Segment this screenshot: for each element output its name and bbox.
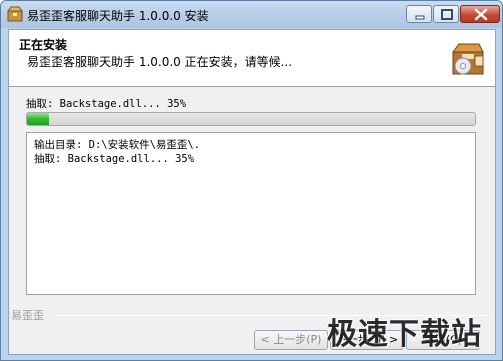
progress-bar — [26, 112, 476, 126]
log-line: 抽取: Backstage.dll... 35% — [34, 153, 195, 165]
installer-box-icon — [7, 6, 23, 22]
log-line: 输出目录: D:\安装软件\易歪歪\. — [34, 139, 201, 151]
close-button[interactable] — [460, 5, 500, 23]
brand-label: 易歪歪 — [11, 309, 44, 322]
minimize-icon — [415, 15, 425, 20]
page-subtitle: 易歪歪客服聊天助手 1.0.0.0 正在安装，请等候... — [27, 55, 293, 69]
progress-status: 抽取: Backstage.dll... 35% — [26, 98, 187, 110]
back-button[interactable]: < 上一步(P) — [254, 330, 328, 350]
window-title: 易歪歪客服聊天助手 1.0.0.0 安装 — [27, 9, 209, 23]
watermark-logo: 极速下载站 — [327, 317, 482, 352]
installer-body: 正在安装 易歪歪客服聊天助手 1.0.0.0 正在安装，请等候... 抽取: B… — [8, 29, 496, 355]
installer-window: 易歪歪客服聊天助手 1.0.0.0 安装 正在安装 易歪歪客服聊天助手 1.0.… — [0, 0, 503, 361]
maximize-icon — [441, 9, 453, 20]
page-header: 正在安装 易歪歪客服聊天助手 1.0.0.0 正在安装，请等候... — [9, 30, 495, 87]
details-log[interactable]: 输出目录: D:\安装软件\易歪歪\. 抽取: Backstage.dll...… — [26, 132, 476, 295]
package-disc-icon — [449, 40, 487, 76]
close-icon — [474, 8, 488, 21]
progress-fill — [27, 113, 50, 125]
page-title: 正在安装 — [19, 38, 68, 52]
title-bar[interactable]: 易歪歪客服聊天助手 1.0.0.0 安装 — [1, 1, 502, 28]
maximize-button[interactable] — [433, 5, 459, 23]
minimize-button[interactable] — [406, 5, 432, 23]
